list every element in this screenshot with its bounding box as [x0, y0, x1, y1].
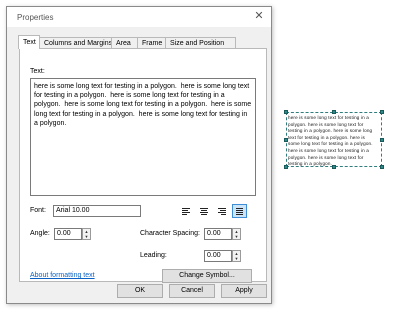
spin-down-icon[interactable]: ▼ [233, 256, 240, 261]
properties-dialog: Properties ✕ Text Columns and Margins Ar… [6, 6, 272, 304]
resize-handle-top-right[interactable] [380, 110, 384, 114]
resize-handle-bottom-center[interactable] [332, 165, 336, 169]
preview-line: testing in a polygon. here is some long [288, 128, 373, 134]
text-input[interactable]: here is some long text for testing in a … [30, 78, 256, 196]
ok-button[interactable]: OK [117, 284, 163, 298]
text-polygon-preview[interactable]: here is some long text for testing in a … [286, 112, 382, 167]
title-bar[interactable]: Properties ✕ [7, 7, 271, 27]
about-formatting-text-link[interactable]: About formatting text [30, 272, 95, 279]
cancel-button[interactable]: Cancel [169, 284, 215, 298]
tab-text[interactable]: Text [18, 35, 40, 49]
tab-columns-and-margins[interactable]: Columns and Margins [39, 37, 112, 48]
tab-size-and-position[interactable]: Size and Position [165, 37, 236, 48]
preview-line: polygon. here is some long text for [288, 154, 364, 160]
resize-handle-top-center[interactable] [332, 110, 336, 114]
resize-handle-top-left[interactable] [284, 110, 288, 114]
resize-handle-middle-left[interactable] [284, 138, 288, 142]
font-field[interactable]: Arial 10.00 [53, 205, 141, 217]
align-left-button[interactable] [178, 204, 193, 218]
character-spacing-label: Character Spacing: [140, 230, 200, 237]
text-label: Text: [30, 68, 45, 75]
angle-field[interactable]: 0.00 [54, 228, 82, 240]
dialog-title: Properties [17, 13, 54, 22]
angle-label: Angle: [30, 230, 50, 237]
tab-frame[interactable]: Frame [137, 37, 166, 48]
apply-button[interactable]: Apply [221, 284, 267, 298]
tab-area[interactable]: Area [111, 37, 138, 48]
preview-line: here is some long text for testing in a [288, 115, 369, 120]
change-symbol-button[interactable]: Change Symbol... [162, 269, 252, 283]
preview-text: here is some long text for testing in a … [288, 115, 381, 168]
preview-line: polygon. here is some long text for [288, 121, 364, 127]
preview-line: some long text for testing in a polygon. [288, 141, 373, 147]
resize-handle-middle-right[interactable] [380, 138, 384, 142]
resize-handle-bottom-right[interactable] [380, 165, 384, 169]
align-right-button[interactable] [214, 204, 229, 218]
preview-line: here is some long text for testing in a [288, 147, 369, 153]
spin-down-icon[interactable]: ▼ [233, 234, 240, 239]
close-icon[interactable]: ✕ [253, 10, 265, 22]
spin-down-icon[interactable]: ▼ [83, 234, 90, 239]
angle-spinner[interactable]: ▲ ▼ [82, 228, 91, 240]
character-spacing-spinner[interactable]: ▲ ▼ [232, 228, 241, 240]
tab-panel-text: Text: here is some long text for testing… [19, 48, 267, 283]
justify-button[interactable] [232, 204, 247, 218]
align-center-button[interactable] [196, 204, 211, 218]
leading-spinner[interactable]: ▲ ▼ [232, 250, 241, 262]
character-spacing-field[interactable]: 0.00 [204, 228, 232, 240]
preview-line: text for testing in a polygon. here is [288, 134, 365, 140]
resize-handle-bottom-left[interactable] [284, 165, 288, 169]
leading-label: Leading: [140, 252, 167, 259]
leading-field[interactable]: 0.00 [204, 250, 232, 262]
font-label: Font: [30, 207, 46, 214]
